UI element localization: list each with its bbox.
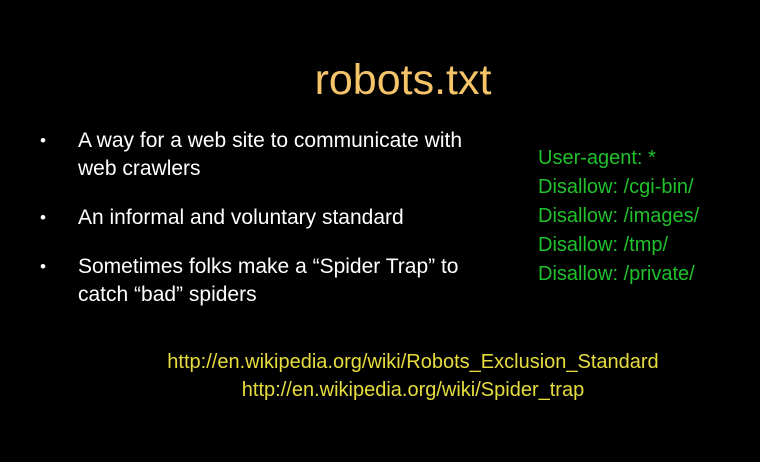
- slide-title: robots.txt: [314, 56, 492, 104]
- reference-links: http://en.wikipedia.org/wiki/Robots_Excl…: [0, 348, 760, 404]
- robots-txt-example: User-agent: * Disallow: /cgi-bin/ Disall…: [538, 144, 753, 289]
- robots-line-disallow-cgi-bin: Disallow: /cgi-bin/: [538, 176, 694, 198]
- robots-line-disallow-images: Disallow: /images/: [538, 205, 700, 227]
- bullet-text: An informal and voluntary standard: [78, 206, 404, 229]
- bullet-item: • A way for a web site to communicate wi…: [38, 127, 498, 183]
- slide: robots.txt • A way for a web site to com…: [0, 0, 760, 462]
- bullet-icon: •: [40, 257, 46, 276]
- robots-line-user-agent: User-agent: *: [538, 147, 656, 169]
- link-robots-exclusion-standard[interactable]: http://en.wikipedia.org/wiki/Robots_Excl…: [0, 348, 760, 376]
- bullet-list: • A way for a web site to communicate wi…: [38, 127, 498, 330]
- bullet-icon: •: [40, 131, 46, 150]
- bullet-item: • Sometimes folks make a “Spider Trap” t…: [38, 253, 498, 309]
- link-spider-trap[interactable]: http://en.wikipedia.org/wiki/Spider_trap: [0, 376, 760, 404]
- robots-line-disallow-tmp: Disallow: /tmp/: [538, 234, 669, 256]
- bullet-text: Sometimes folks make a “Spider Trap” to …: [78, 255, 459, 306]
- bullet-item: • An informal and voluntary standard: [38, 204, 498, 232]
- bullet-text: A way for a web site to communicate with…: [78, 129, 462, 180]
- bullet-icon: •: [40, 208, 46, 227]
- robots-line-disallow-private: Disallow: /private/: [538, 263, 695, 285]
